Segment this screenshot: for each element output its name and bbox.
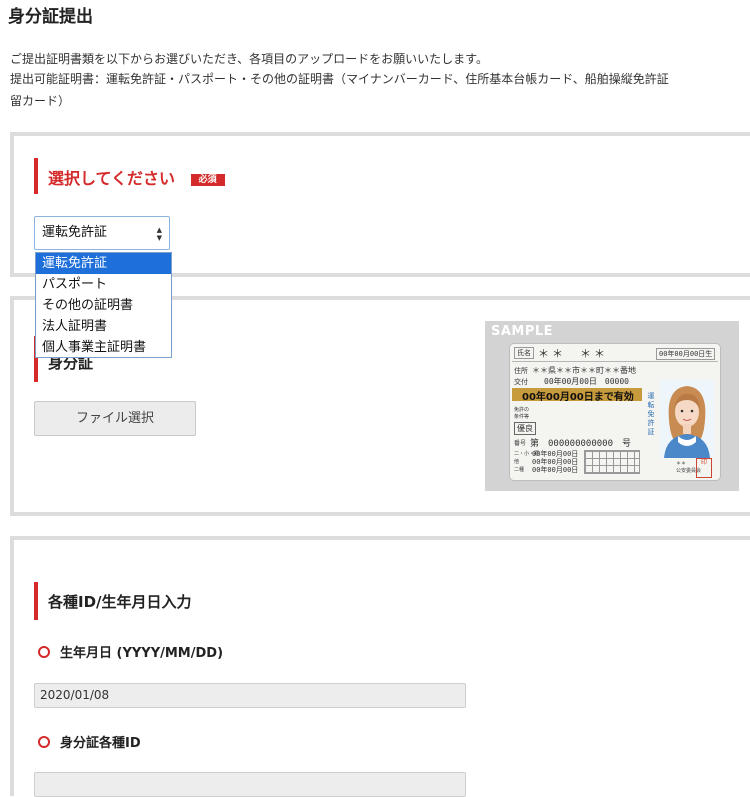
card-number-value: 第 000000000000 号 bbox=[530, 439, 632, 449]
card-address-value: ＊＊県＊＊市＊＊町＊＊番地 bbox=[532, 366, 636, 375]
card-photo bbox=[660, 380, 714, 458]
section-marker bbox=[34, 158, 38, 194]
card-date-row: 00年00月00日 bbox=[532, 466, 579, 474]
card-issue-value: 00年00月00日 00000 bbox=[544, 377, 629, 386]
id-section bbox=[10, 536, 750, 796]
card-address-label: 住所 bbox=[514, 367, 528, 375]
card-row-label: 二種 bbox=[514, 467, 525, 473]
id-section-title: 各種ID/生年月日入力 bbox=[48, 593, 192, 611]
dropdown-option-drivers-license[interactable]: 運転免許証 bbox=[36, 253, 171, 274]
page-title: 身分証提出 bbox=[8, 7, 93, 27]
card-condition-label: 免許の条件等 bbox=[514, 407, 530, 420]
dropdown-option-other-certificate[interactable]: その他の証明書 bbox=[36, 295, 171, 316]
select-arrows-icon: ▲ ▼ bbox=[156, 226, 162, 242]
intro-text-line3: 留カード） bbox=[10, 94, 71, 108]
card-birth: 00年00月00日生 bbox=[656, 348, 716, 360]
license-card: 氏名 ＊＊ ＊＊ 00年00月00日生 住所 ＊＊県＊＊市＊＊町＊＊番地 交付 … bbox=[509, 343, 721, 481]
dropdown-option-corporate-certificate[interactable]: 法人証明書 bbox=[36, 316, 171, 337]
birthdate-label: 生年月日 (YYYY/MM/DD) bbox=[38, 642, 223, 661]
document-type-selected: 運転免許証 bbox=[42, 225, 108, 240]
card-issue-label: 交付 bbox=[514, 378, 528, 386]
document-type-select[interactable]: 運転免許証 ▲ ▼ bbox=[34, 216, 170, 250]
card-name-label: 氏名 bbox=[514, 347, 534, 359]
required-marker-icon bbox=[38, 646, 50, 658]
card-row-label: 他 bbox=[514, 459, 520, 465]
dropdown-option-passport[interactable]: パスポート bbox=[36, 274, 171, 295]
card-expiry: 00年00月00日まで有効 bbox=[512, 388, 642, 403]
card-vertical-text: 運転免許証 bbox=[647, 392, 655, 436]
section-marker bbox=[34, 582, 38, 620]
card-number-label: 番号 bbox=[514, 440, 527, 447]
sample-license-image: SAMPLE 氏名 ＊＊ ＊＊ 00年00月00日生 住所 ＊＊県＊＊市＊＊町＊… bbox=[485, 321, 739, 491]
file-select-button[interactable]: ファイル選択 bbox=[34, 401, 196, 436]
select-section-title-text: 選択してください bbox=[48, 169, 176, 188]
card-grid bbox=[584, 450, 640, 474]
id-number-input[interactable] bbox=[34, 772, 466, 797]
id-number-label: 身分証各種ID bbox=[38, 732, 141, 751]
card-stamp: 印 bbox=[696, 458, 712, 478]
birthdate-input[interactable]: 2020/01/08 bbox=[34, 683, 466, 708]
intro-text-line1: ご提出証明書類を以下からお選びいただき、各項目のアップロードをお願いいたします。 bbox=[10, 52, 488, 66]
intro-text-line2: 提出可能証明書：運転免許証・パスポート・その他の証明書（マイナンバーカード、住所… bbox=[10, 72, 669, 86]
dropdown-option-sole-proprietor-certificate[interactable]: 個人事業主証明書 bbox=[36, 337, 171, 358]
card-class: 優良 bbox=[514, 422, 536, 435]
sample-label: SAMPLE bbox=[491, 324, 554, 339]
select-section-title: 選択してください 必須 bbox=[48, 165, 225, 189]
card-name-value: ＊＊ ＊＊ bbox=[538, 347, 608, 360]
document-type-dropdown[interactable]: 運転免許証 パスポート その他の証明書 法人証明書 個人事業主証明書 bbox=[35, 252, 172, 358]
required-marker-icon bbox=[38, 736, 50, 748]
required-badge: 必須 bbox=[190, 173, 225, 186]
